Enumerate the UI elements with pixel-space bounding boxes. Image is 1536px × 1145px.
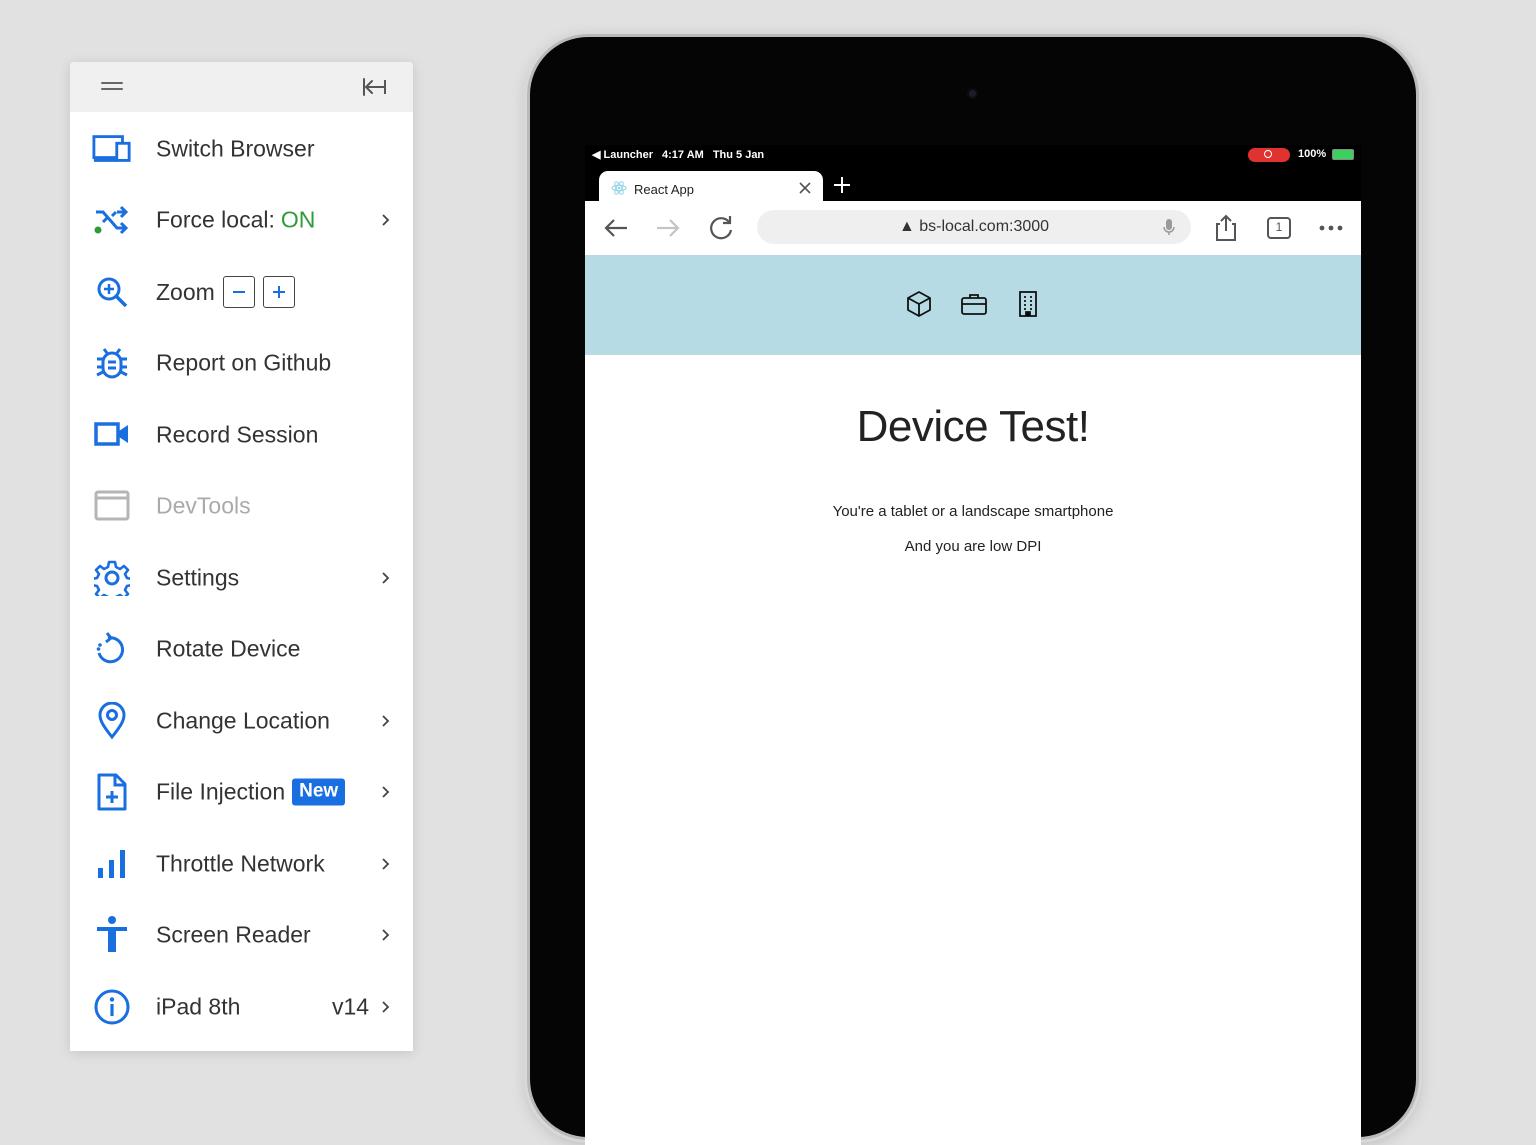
zoom-in-icon [92, 272, 132, 312]
sidebar-item-zoom: Zoom [70, 262, 413, 322]
reload-icon[interactable] [706, 213, 736, 243]
window-icon [92, 486, 132, 526]
collapse-sidebar-icon[interactable] [362, 75, 388, 99]
battery-percent: 100% [1298, 148, 1327, 160]
location-pin-icon [92, 701, 132, 741]
building-icon[interactable] [1013, 289, 1043, 319]
sidebar-item-label: Rotate Device [156, 635, 301, 662]
sidebar-item-label: iPad 8th [156, 993, 241, 1020]
chevron-right-icon [382, 715, 390, 727]
signal-bars-icon [92, 844, 132, 884]
sidebar-item-label: Record Session [156, 421, 319, 448]
dpi-text: And you are low DPI [904, 538, 1042, 555]
zoom-label-group: Zoom [156, 276, 295, 308]
sidebar-item-record-session[interactable]: Record Session [70, 405, 413, 465]
sidebar-item-label: Zoom [156, 278, 215, 305]
sidebar-item-settings[interactable]: Settings [70, 548, 413, 608]
file-add-icon [92, 772, 132, 812]
drag-handle-icon[interactable] [101, 82, 123, 92]
device-type-text: You're a tablet or a landscape smartphon… [832, 503, 1114, 520]
sidebar-item-throttle-network[interactable]: Throttle Network [70, 834, 413, 894]
gear-icon [92, 558, 132, 598]
sidebar-item-label: Throttle Network [156, 850, 325, 877]
chevron-right-icon [382, 572, 390, 584]
ipad-device-frame: ◀ Launcher 4:17 AM Thu 5 Jan 100% React … [530, 37, 1416, 1145]
tab-count: 1 [1275, 220, 1283, 234]
browser-tab[interactable]: React App [599, 171, 823, 205]
tab-count-button[interactable]: 1 [1264, 213, 1294, 243]
cube-icon[interactable] [904, 289, 934, 319]
sidebar-item-report-github[interactable]: Report on Github [70, 333, 413, 393]
sidebar-item-switch-browser[interactable]: Switch Browser [70, 119, 413, 179]
chevron-right-icon [382, 1001, 390, 1013]
sidebar-item-label: Settings [156, 564, 240, 591]
shuffle-icon [92, 200, 132, 240]
file-injection-label-group: File Injection New [156, 778, 346, 806]
sidebar-item-label: Force local: [156, 206, 275, 233]
new-tab-icon[interactable] [832, 175, 852, 195]
zoom-out-button[interactable] [222, 276, 255, 308]
tab-title: React App [634, 182, 694, 197]
back-arrow-icon[interactable] [601, 213, 631, 243]
chevron-right-icon [382, 786, 390, 798]
close-tab-icon[interactable] [799, 182, 811, 194]
url-text: ▲ bs-local.com:3000 [898, 218, 1050, 235]
sidebar-item-screen-reader[interactable]: Screen Reader [70, 905, 413, 965]
share-icon[interactable] [1211, 213, 1241, 243]
sidebar-item-force-local[interactable]: Force local: ON [70, 190, 413, 250]
browser-tab-strip: React App [585, 165, 1361, 205]
sidebar-header [70, 62, 413, 112]
accessibility-icon [92, 915, 132, 955]
sidebar-item-label: Screen Reader [156, 921, 311, 948]
status-time: 4:17 AM [662, 148, 704, 161]
chevron-right-icon [382, 858, 390, 870]
os-version: v14 [332, 993, 370, 1020]
front-camera [967, 88, 978, 99]
more-options-icon[interactable] [1316, 213, 1346, 243]
chevron-right-icon [382, 929, 390, 941]
sidebar-item-label: Switch Browser [156, 135, 315, 162]
battery-charging-icon [1332, 149, 1354, 160]
new-badge: New [292, 778, 346, 806]
sidebar-item-devtools: DevTools [70, 476, 413, 536]
address-bar[interactable]: ▲ bs-local.com:3000 [757, 210, 1191, 244]
force-local-label: Force local: ON [156, 207, 315, 234]
info-icon [92, 987, 132, 1027]
sidebar-item-file-injection[interactable]: File Injection New [70, 762, 413, 822]
zoom-in-button[interactable] [262, 276, 295, 308]
status-left-group: ◀ Launcher 4:17 AM Thu 5 Jan [592, 148, 765, 162]
switch-browser-icon [92, 129, 132, 169]
forward-arrow-icon[interactable] [653, 213, 683, 243]
browser-toolbar: ▲ bs-local.com:3000 1 [585, 201, 1361, 255]
ios-status-bar: ◀ Launcher 4:17 AM Thu 5 Jan 100% [585, 145, 1361, 165]
back-to-app-link[interactable]: ◀ Launcher [592, 148, 653, 161]
sidebar-item-device-info[interactable]: iPad 8th v14 [70, 977, 413, 1037]
sidebar-item-rotate-device[interactable]: Rotate Device [70, 619, 413, 679]
page-heading: Device Test! [856, 402, 1090, 451]
sidebar-item-label: Change Location [156, 707, 330, 734]
sidebar-panel: Switch Browser Force local: ON Zoom Repo… [70, 62, 413, 1051]
force-local-status: ON [280, 206, 316, 233]
video-camera-icon [92, 415, 132, 455]
bug-icon [92, 343, 132, 383]
sidebar-item-label: DevTools [156, 492, 251, 519]
device-screen[interactable]: ◀ Launcher 4:17 AM Thu 5 Jan 100% React … [585, 145, 1361, 1145]
app-header [585, 255, 1361, 355]
sidebar-item-label: File Injection [156, 778, 286, 805]
rotate-icon [92, 629, 132, 669]
status-date: Thu 5 Jan [712, 148, 765, 161]
sidebar-item-label: Report on Github [156, 349, 332, 376]
react-logo-icon [611, 181, 627, 195]
chevron-right-icon [382, 214, 390, 226]
briefcase-icon[interactable] [959, 289, 989, 319]
microphone-icon[interactable] [1162, 218, 1176, 236]
screen-recording-indicator[interactable] [1248, 148, 1290, 162]
sidebar-item-change-location[interactable]: Change Location [70, 691, 413, 751]
